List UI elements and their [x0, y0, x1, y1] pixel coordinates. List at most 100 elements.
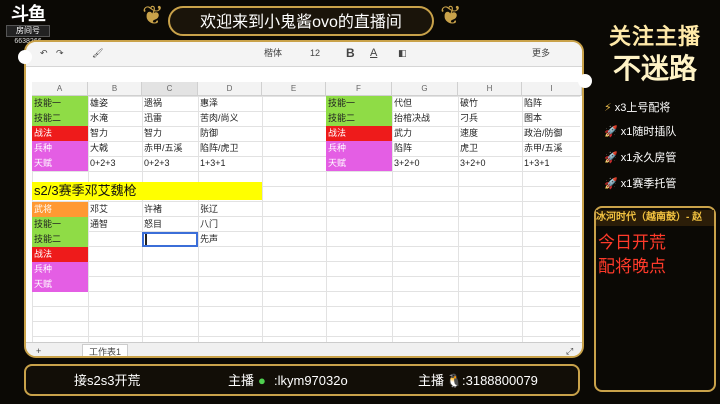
spreadsheet-window: ↶ ↷ 🖌 楷体 12 B A ◧ 更多 A B C D E F G H I 技… [24, 40, 584, 358]
table-cell[interactable]: 防御 [198, 126, 262, 141]
column-header-i[interactable]: I [522, 82, 582, 96]
column-header-e[interactable]: E [262, 82, 326, 96]
wechat-id: :lkym97032o [274, 373, 348, 388]
perk-item: 🚀 x1随时插队 [604, 126, 677, 138]
table-cell[interactable]: 0+2+3 [88, 156, 142, 171]
table-cell[interactable]: 大戟 [88, 141, 142, 156]
stream-title: 欢迎来到小鬼酱ovo的直播间 [168, 6, 434, 36]
active-cell-editor[interactable] [142, 232, 198, 247]
table-cell[interactable]: 武力 [392, 126, 458, 141]
frame-dot-left [18, 50, 32, 64]
table-cell[interactable]: 3+2+0 [458, 156, 522, 171]
label-troop[interactable]: 兵种 [326, 141, 392, 156]
table-cell[interactable]: 速度 [458, 126, 522, 141]
label-skill1[interactable]: 技能一 [32, 217, 88, 232]
label-skill2[interactable]: 技能二 [32, 111, 88, 126]
perk-item: 🚀 x1赛季托管 [604, 178, 677, 190]
column-header-d[interactable]: D [198, 82, 262, 96]
font-color-icon[interactable]: A [370, 46, 377, 60]
table-cell[interactable] [88, 232, 142, 247]
table-cell[interactable]: 八门 [198, 217, 262, 232]
label-troop[interactable]: 兵种 [32, 262, 88, 277]
column-header-g[interactable]: G [392, 82, 458, 96]
perk-item: 🚀 x1永久房管 [604, 152, 677, 164]
column-header-a[interactable]: A [32, 82, 88, 96]
table-cell[interactable]: 3+2+0 [392, 156, 458, 171]
column-header-c[interactable]: C [142, 82, 198, 96]
label-talent[interactable]: 天赋 [326, 156, 392, 171]
section-title[interactable]: s2/3赛季邓艾魏枪 [32, 182, 262, 200]
table-cell[interactable]: 刁兵 [458, 111, 522, 126]
sheet-toolbar: ↶ ↷ 🖌 楷体 12 B A ◧ 更多 [26, 42, 582, 67]
label-skill1[interactable]: 技能一 [32, 96, 88, 111]
bold-button[interactable]: B [346, 46, 355, 60]
wechat-icon: ● [258, 373, 266, 388]
table-cell[interactable]: 智力 [142, 126, 198, 141]
qq-number: :3188800079 [462, 373, 538, 388]
more-button[interactable]: 更多 [532, 46, 550, 60]
follow-banner: 关注主播 不迷路 [592, 22, 718, 86]
table-cell[interactable]: 许褚 [142, 202, 198, 217]
label-skill1[interactable]: 技能一 [326, 96, 392, 111]
table-cell[interactable]: 邓艾 [88, 202, 142, 217]
table-cell[interactable]: 1+3+1 [522, 156, 582, 171]
wechat-label: 主播 [228, 373, 255, 388]
label-talent[interactable]: 天赋 [32, 277, 88, 292]
table-cell[interactable]: 赤甲/五溪 [142, 141, 198, 156]
label-tactic[interactable]: 战法 [326, 126, 392, 141]
table-cell[interactable]: 图本 [522, 111, 582, 126]
table-cell[interactable]: 陷阵 [392, 141, 458, 156]
table-cell[interactable]: 张辽 [198, 202, 262, 217]
table-cell[interactable]: 智力 [88, 126, 142, 141]
font-family-select[interactable]: 楷体 [264, 46, 282, 60]
rocket-icon: 🚀 [604, 178, 618, 190]
table-cell[interactable]: 惠泽 [198, 96, 262, 111]
deer-right-icon: ❦ [440, 0, 462, 30]
undo-icon[interactable]: ↶ [40, 46, 48, 60]
table-cell[interactable]: 苦肉/尚义 [198, 111, 262, 126]
label-talent[interactable]: 天赋 [32, 156, 88, 171]
paint-format-icon[interactable]: 🖌 [92, 46, 103, 60]
table-cell[interactable]: 先声 [198, 232, 262, 247]
table-cell[interactable]: 迅雷 [142, 111, 198, 126]
notice-line1: 今日开荒 [598, 233, 666, 252]
column-header-f[interactable]: F [326, 82, 392, 96]
font-size-select[interactable]: 12 [310, 46, 320, 60]
label-troop[interactable]: 兵种 [32, 141, 88, 156]
perk-item: ⚡ x3上号配将 [604, 102, 671, 114]
bottom-info-bar: 接s2s3开荒 主播 ● :lkym97032o 主播 🐧 :318880007… [24, 364, 580, 396]
text-cursor [145, 234, 147, 245]
label-general[interactable]: 武将 [32, 202, 88, 217]
table-cell[interactable]: 遗祸 [142, 96, 198, 111]
table-cell[interactable]: 破竹 [458, 96, 522, 111]
table-cell[interactable]: 陷阵/虎卫 [198, 141, 262, 156]
column-header-h[interactable]: H [458, 82, 522, 96]
frame-dot-right [578, 74, 592, 88]
service-text: 接s2s3开荒 [74, 373, 141, 388]
sheet-tab[interactable]: 工作表1 [82, 344, 129, 356]
table-cell[interactable]: 0+2+3 [142, 156, 198, 171]
fill-color-icon[interactable]: ◧ [398, 46, 407, 60]
follow-line2: 不迷路 [612, 53, 697, 84]
redo-icon[interactable]: ↷ [56, 46, 64, 60]
column-header-b[interactable]: B [88, 82, 142, 96]
table-cell[interactable]: 水淹 [88, 111, 142, 126]
table-cell[interactable]: 赤甲/五溪 [522, 141, 582, 156]
table-cell[interactable]: 1+3+1 [198, 156, 262, 171]
table-cell[interactable]: 怒目 [142, 217, 198, 232]
table-cell[interactable]: 政治/防御 [522, 126, 582, 141]
rocket-icon: 🚀 [604, 152, 618, 164]
expand-icon[interactable]: ⤢ [566, 344, 573, 356]
logo-brand: 斗鱼 [11, 4, 46, 24]
table-cell[interactable]: 抬棺决战 [392, 111, 458, 126]
table-cell[interactable]: 陷阵 [522, 96, 582, 111]
label-skill2[interactable]: 技能二 [326, 111, 392, 126]
label-tactic[interactable]: 战法 [32, 247, 88, 262]
label-skill2[interactable]: 技能二 [32, 232, 88, 247]
table-cell[interactable]: 虎卫 [458, 141, 522, 156]
label-tactic[interactable]: 战法 [32, 126, 88, 141]
add-sheet-icon[interactable]: + [36, 344, 41, 356]
table-cell[interactable]: 代但 [392, 96, 458, 111]
table-cell[interactable]: 雄姿 [88, 96, 142, 111]
table-cell[interactable]: 通智 [88, 217, 142, 232]
